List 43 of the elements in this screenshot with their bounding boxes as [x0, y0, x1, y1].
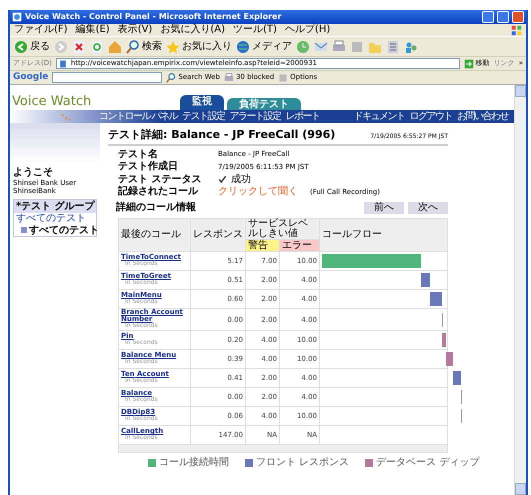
nav-link[interactable]: コントロール パネル [99, 110, 178, 122]
column-header: 最後のコール [118, 218, 190, 252]
field-label: 記録されたコール [118, 186, 200, 198]
field-label: テスト ステータス [118, 174, 202, 186]
column-header: コールフロー [320, 218, 448, 252]
back-button[interactable]: 戻る [14, 40, 50, 54]
star-button[interactable]: お気に入り [166, 40, 232, 54]
column-header: レスポンス [190, 218, 246, 252]
field-label: テスト作成日 [118, 161, 179, 173]
nav-link[interactable]: ログアウト [410, 110, 452, 122]
column-header: エラー [280, 239, 320, 252]
menu-item[interactable]: 表示(V) [118, 24, 152, 36]
legend-label: フロント レスポンス [256, 457, 350, 469]
group-title: *テスト グループ [14, 200, 96, 214]
site-logo: Voice Watch [12, 95, 92, 110]
nav-tab[interactable]: 監視 [180, 94, 224, 110]
menu-item[interactable]: ヘルプ(H) [284, 24, 330, 36]
welcome-text: ようこそ [13, 167, 54, 178]
pager-button[interactable]: 次へ [408, 202, 448, 214]
menu-item[interactable]: ツール(T) [233, 24, 277, 36]
search-button[interactable]: 検索 [126, 40, 162, 54]
google-logo: Google [13, 72, 48, 83]
legend-label: データベース ディップ [376, 457, 480, 469]
tree-item[interactable]: すべてのテスト [14, 224, 96, 236]
nav-link[interactable]: ドキュメント [354, 110, 404, 122]
nav-link[interactable]: お問い合わせ [457, 110, 508, 122]
menu-item[interactable]: 編集(E) [76, 24, 110, 36]
nav-tab[interactable]: 負荷テスト [227, 98, 301, 110]
menu-item[interactable]: お気に入り(A) [160, 24, 225, 36]
menu-item[interactable]: ファイル(F) [14, 24, 68, 36]
globe-button[interactable]: メディア [236, 40, 292, 54]
column-header: サービスレベルしきい値 [246, 218, 320, 240]
legend-label: コール接続時間 [159, 457, 229, 469]
section-title: 詳細のコール情報 [116, 202, 197, 214]
status-text: 成功 [231, 174, 251, 186]
window-title: Voice Watch - Control Panel - Microsoft Internet Explorer [25, 12, 282, 22]
tree-item[interactable]: すべてのテスト [14, 213, 96, 225]
nav-link[interactable]: レポート [286, 110, 320, 122]
nav-link[interactable]: アラート設定 [230, 110, 281, 122]
nav-link[interactable]: テスト設定 [182, 110, 225, 122]
page-title: テスト詳細: Balance - JP FreeCall (996) [108, 129, 336, 142]
field-label: テスト名 [118, 148, 159, 160]
pager-button[interactable]: 前へ [364, 202, 404, 214]
